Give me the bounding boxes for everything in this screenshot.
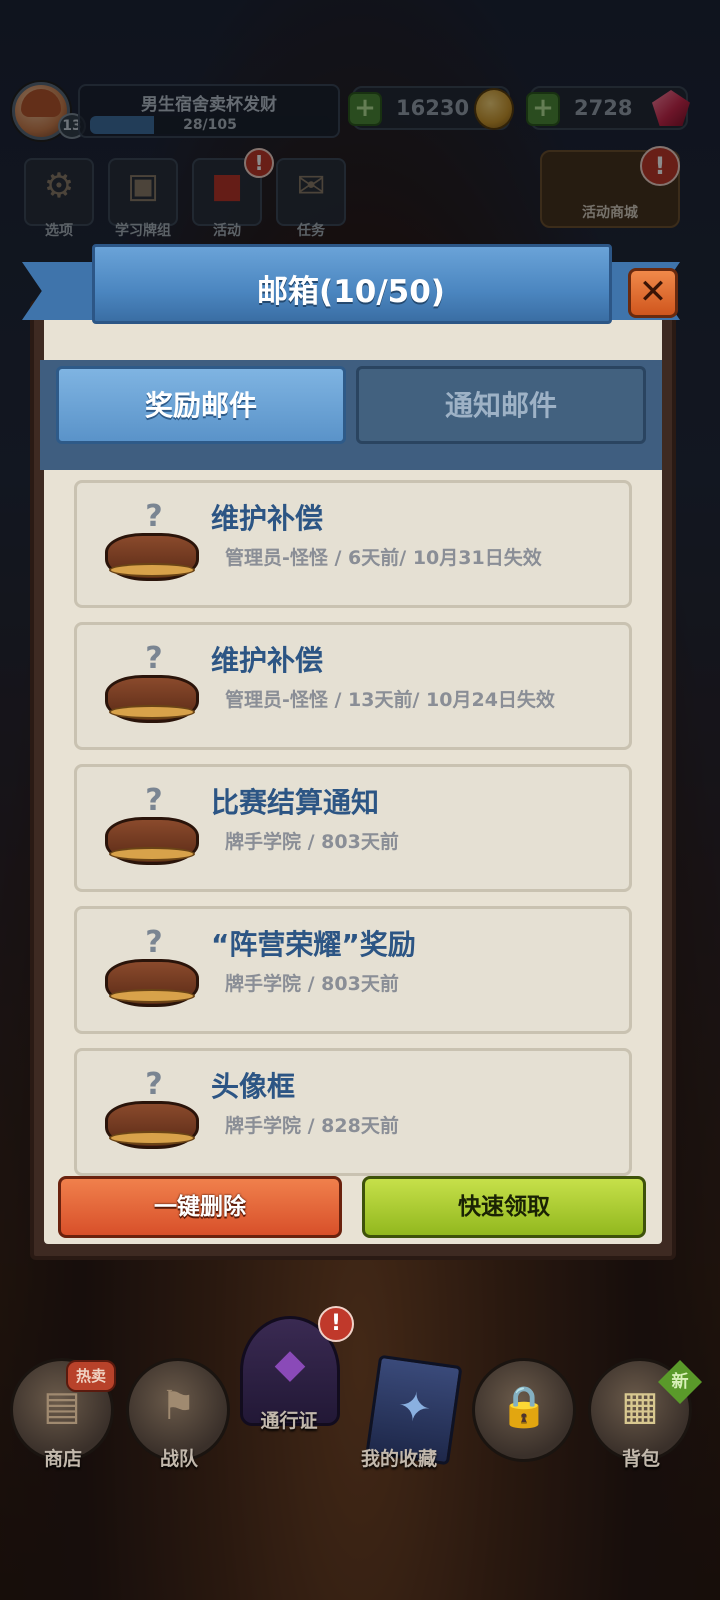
dialog-title: 邮箱(10/50) bbox=[257, 274, 445, 310]
nav-collection-label: 我的收藏 bbox=[360, 1448, 437, 1470]
mystery-reward-icon: ? bbox=[105, 925, 199, 1007]
quick-claim-button[interactable]: 快速领取 bbox=[362, 1176, 646, 1238]
mail-meta: 牌手学院 / 828天前 bbox=[225, 1115, 399, 1137]
mail-meta: 牌手学院 / 803天前 bbox=[225, 831, 399, 853]
close-button[interactable]: ✕ bbox=[628, 268, 678, 318]
nav-shop-label: 商店 bbox=[43, 1448, 82, 1470]
card-book-icon: ✦ bbox=[394, 1382, 435, 1434]
pass-icon: ◆ bbox=[274, 1341, 306, 1387]
mail-title: 比赛结算通知 bbox=[211, 786, 380, 819]
nav-locked[interactable]: 🔒 bbox=[472, 1358, 576, 1462]
tab-reward-mail[interactable]: 奖励邮件 bbox=[56, 366, 346, 444]
mail-meta: 管理员-怪怪 / 13天前/ 10月24日失效 bbox=[225, 689, 555, 711]
delete-all-button[interactable]: 一键删除 bbox=[58, 1176, 342, 1238]
mail-item[interactable]: ? 比赛结算通知 牌手学院 / 803天前 bbox=[74, 764, 632, 892]
banner-icon: ⚑ bbox=[160, 1383, 196, 1429]
mail-item[interactable]: ? 维护补偿 管理员-怪怪 / 6天前/ 10月31日失效 bbox=[74, 480, 632, 608]
hot-sale-badge: 热卖 bbox=[66, 1360, 116, 1392]
lock-icon: 🔒 bbox=[499, 1384, 549, 1430]
tab-notice-mail[interactable]: 通知邮件 bbox=[356, 366, 646, 444]
mystery-reward-icon: ? bbox=[105, 783, 199, 865]
nav-pass-label: 通行证 bbox=[260, 1410, 318, 1432]
mystery-reward-icon: ? bbox=[105, 1067, 199, 1149]
mystery-reward-icon: ? bbox=[105, 641, 199, 723]
mail-item[interactable]: ? 头像框 牌手学院 / 828天前 bbox=[74, 1048, 632, 1176]
pass-alert-icon: ! bbox=[318, 1306, 354, 1342]
mail-item[interactable]: ? “阵营荣耀”奖励 牌手学院 / 803天前 bbox=[74, 906, 632, 1034]
title-ribbon: 邮箱(10/50) bbox=[22, 244, 680, 326]
mail-title: 头像框 bbox=[211, 1070, 296, 1103]
mail-meta: 管理员-怪怪 / 6天前/ 10月31日失效 bbox=[225, 547, 542, 569]
nav-backpack-label: 背包 bbox=[621, 1448, 660, 1470]
mail-title: “阵营荣耀”奖励 bbox=[211, 928, 416, 961]
mail-item[interactable]: ? 维护补偿 管理员-怪怪 / 13天前/ 10月24日失效 bbox=[74, 622, 632, 750]
mail-meta: 牌手学院 / 803天前 bbox=[225, 973, 399, 995]
mystery-reward-icon: ? bbox=[105, 499, 199, 581]
close-icon: ✕ bbox=[638, 272, 668, 312]
mail-title: 维护补偿 bbox=[211, 644, 324, 677]
nav-team-label: 战队 bbox=[159, 1448, 198, 1470]
mail-title: 维护补偿 bbox=[211, 502, 324, 535]
